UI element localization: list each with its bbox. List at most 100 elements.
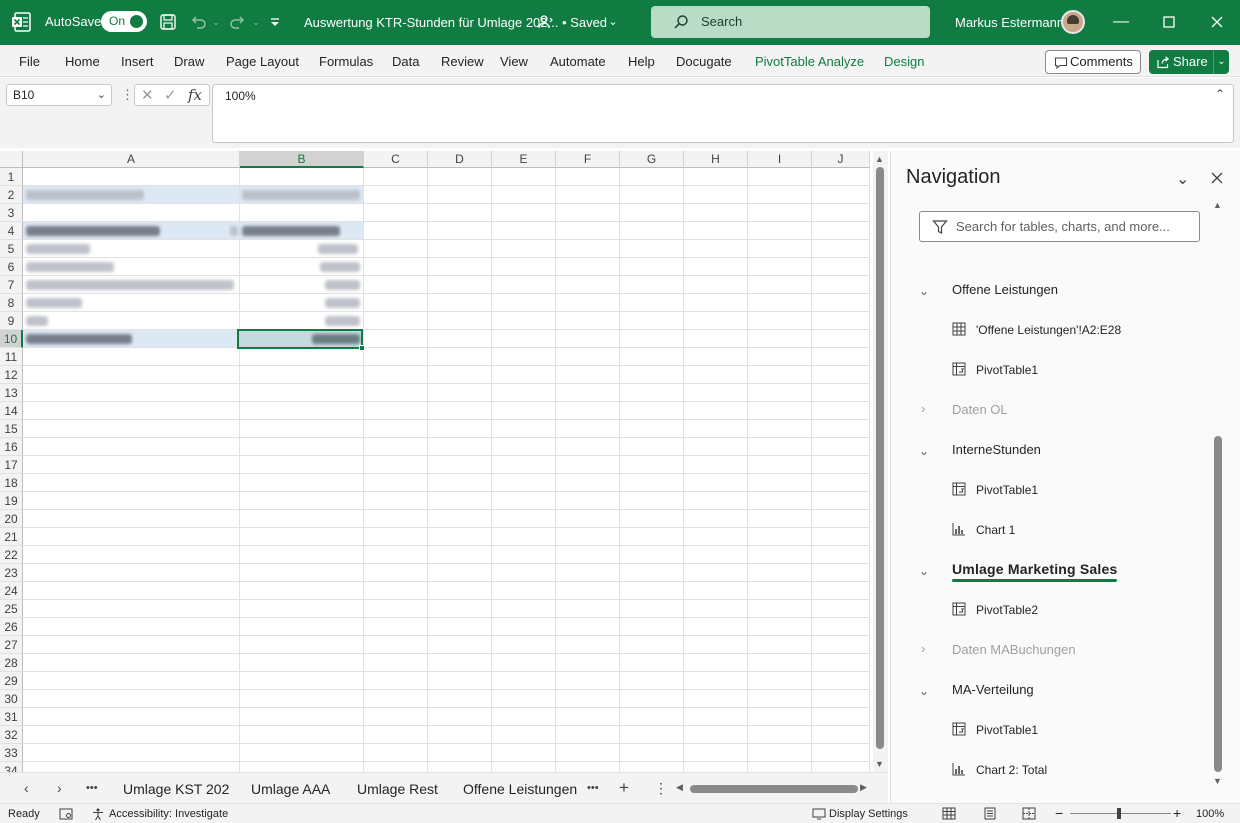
- chevron-right-icon[interactable]: ›: [921, 401, 925, 416]
- minimize-icon[interactable]: —: [1109, 10, 1133, 34]
- collapse-formula-bar-icon[interactable]: ⌃: [1215, 87, 1225, 101]
- more-vertical-icon[interactable]: ⋮: [121, 87, 134, 103]
- autosave-toggle[interactable]: On: [101, 11, 147, 32]
- display-settings-icon[interactable]: [812, 808, 826, 820]
- row-header-7[interactable]: 7: [0, 276, 23, 294]
- sheet-tab-umlage-rest[interactable]: Umlage Rest: [357, 781, 438, 797]
- scroll-up-icon[interactable]: ▲: [875, 154, 884, 164]
- row-header-4[interactable]: 4: [0, 222, 23, 240]
- tab-view[interactable]: View: [500, 54, 528, 69]
- row-header-16[interactable]: 16: [0, 438, 23, 456]
- tab-file[interactable]: File: [19, 54, 40, 69]
- row-header-19[interactable]: 19: [0, 492, 23, 510]
- close-pane-icon[interactable]: [1210, 171, 1224, 185]
- scroll-up-icon[interactable]: ▲: [1213, 200, 1222, 210]
- row-header-30[interactable]: 30: [0, 690, 23, 708]
- row-header-22[interactable]: 22: [0, 546, 23, 564]
- tab-design[interactable]: Design: [884, 54, 924, 69]
- enter-icon[interactable]: ✓: [164, 86, 177, 104]
- row-header-15[interactable]: 15: [0, 420, 23, 438]
- tab-home[interactable]: Home: [65, 54, 100, 69]
- row-header-10[interactable]: 10: [0, 330, 23, 348]
- horizontal-scroll-thumb[interactable]: [690, 785, 858, 793]
- chevron-down-icon[interactable]: ⌄: [919, 684, 929, 698]
- row-header-29[interactable]: 29: [0, 672, 23, 690]
- scroll-right-icon[interactable]: ▶: [860, 782, 867, 793]
- close-window-icon[interactable]: [1205, 10, 1229, 34]
- undo-dropdown-icon[interactable]: ⌄: [206, 12, 226, 32]
- row-header-1[interactable]: 1: [0, 168, 23, 186]
- selected-cell-b10[interactable]: [237, 329, 365, 351]
- row-header-6[interactable]: 6: [0, 258, 23, 276]
- nav-item-pivottable[interactable]: PivotTable1: [976, 723, 1038, 737]
- row-header-33[interactable]: 33: [0, 744, 23, 762]
- nav-group-daten-ol[interactable]: Daten OL: [952, 402, 1008, 417]
- row-header-24[interactable]: 24: [0, 582, 23, 600]
- horizontal-scrollbar[interactable]: ◀ ▶: [676, 782, 872, 795]
- search-box[interactable]: Search: [651, 6, 930, 38]
- row-header-9[interactable]: 9: [0, 312, 23, 330]
- tab-docugate[interactable]: Docugate: [676, 54, 732, 69]
- column-header-f[interactable]: F: [556, 151, 620, 168]
- sheet-tab-umlage-aaa[interactable]: Umlage AAA: [251, 781, 330, 797]
- customize-toolbar-icon[interactable]: [265, 12, 285, 32]
- chevron-down-icon[interactable]: ⌄: [97, 85, 106, 105]
- row-header-14[interactable]: 14: [0, 402, 23, 420]
- user-name[interactable]: Markus Estermann: [955, 15, 1064, 30]
- column-header-h[interactable]: H: [684, 151, 748, 168]
- row-header-2[interactable]: 2: [0, 186, 23, 204]
- share-button[interactable]: Share ⌄: [1149, 50, 1229, 74]
- cancel-icon[interactable]: ✕: [141, 86, 154, 104]
- redo-dropdown-icon[interactable]: ⌄: [246, 12, 266, 32]
- nav-item-chart[interactable]: Chart 1: [976, 523, 1015, 537]
- row-header-20[interactable]: 20: [0, 510, 23, 528]
- select-all-corner[interactable]: [0, 151, 23, 168]
- zoom-level[interactable]: 100%: [1196, 808, 1224, 820]
- more-sheets-left-icon[interactable]: •••: [86, 782, 98, 794]
- navigation-scrollbar[interactable]: ▲ ▼: [1211, 200, 1225, 790]
- row-header-26[interactable]: 26: [0, 618, 23, 636]
- fill-handle[interactable]: [359, 345, 365, 351]
- row-header-17[interactable]: 17: [0, 456, 23, 474]
- scroll-down-icon[interactable]: ▼: [875, 759, 884, 769]
- share-dropdown-icon[interactable]: ⌄: [1213, 50, 1229, 74]
- save-status[interactable]: • Saved: [562, 15, 607, 30]
- normal-view-icon[interactable]: [942, 807, 956, 820]
- chevron-down-icon[interactable]: ⌄: [919, 444, 929, 458]
- pane-options-chevron-icon[interactable]: ⌄: [1176, 169, 1189, 189]
- row-header-8[interactable]: 8: [0, 294, 23, 312]
- tab-help[interactable]: Help: [628, 54, 655, 69]
- nav-group-offene-leistungen[interactable]: Offene Leistungen: [952, 282, 1058, 297]
- nav-item-pivottable[interactable]: PivotTable1: [976, 483, 1038, 497]
- page-break-view-icon[interactable]: [1022, 807, 1036, 820]
- redo-icon[interactable]: [228, 12, 248, 32]
- maximize-icon[interactable]: [1157, 10, 1181, 34]
- comments-button[interactable]: Comments: [1045, 50, 1141, 74]
- saved-dropdown-icon[interactable]: ⌄: [603, 12, 623, 32]
- column-header-b[interactable]: B: [240, 151, 364, 168]
- add-sheet-icon[interactable]: +: [619, 778, 629, 798]
- nav-group-ma-verteilung[interactable]: MA-Verteilung: [952, 682, 1034, 697]
- insert-function-icon[interactable]: fx: [188, 86, 202, 104]
- undo-icon[interactable]: [188, 12, 208, 32]
- tab-formulas[interactable]: Formulas: [319, 54, 373, 69]
- navigation-search-input[interactable]: Search for tables, charts, and more...: [919, 211, 1200, 242]
- column-header-e[interactable]: E: [492, 151, 556, 168]
- scroll-left-icon[interactable]: ◀: [676, 782, 683, 793]
- page-layout-view-icon[interactable]: [983, 807, 997, 820]
- nav-item-pivottable[interactable]: PivotTable2: [976, 603, 1038, 617]
- document-title[interactable]: Auswertung KTR-Stunden für Umlage 202...: [304, 15, 558, 30]
- tab-pivottable-analyze[interactable]: PivotTable Analyze: [755, 54, 864, 69]
- nav-group-umlage-marketing-sales[interactable]: Umlage Marketing Sales: [952, 561, 1118, 582]
- row-header-5[interactable]: 5: [0, 240, 23, 258]
- grid-vertical-scrollbar[interactable]: ▲ ▼: [873, 151, 888, 772]
- sheet-tab-offene-leistungen[interactable]: Offene Leistungen: [463, 781, 577, 797]
- zoom-out-icon[interactable]: −: [1055, 805, 1063, 821]
- tab-data[interactable]: Data: [392, 54, 419, 69]
- sheet-tab-umlage-kst[interactable]: Umlage KST 202: [123, 781, 229, 797]
- chevron-down-icon[interactable]: ⌄: [919, 564, 929, 578]
- accessibility-status[interactable]: Accessibility: Investigate: [109, 808, 228, 820]
- row-header-34[interactable]: 34: [0, 762, 23, 772]
- row-header-3[interactable]: 3: [0, 204, 23, 222]
- scroll-thumb[interactable]: [876, 167, 884, 749]
